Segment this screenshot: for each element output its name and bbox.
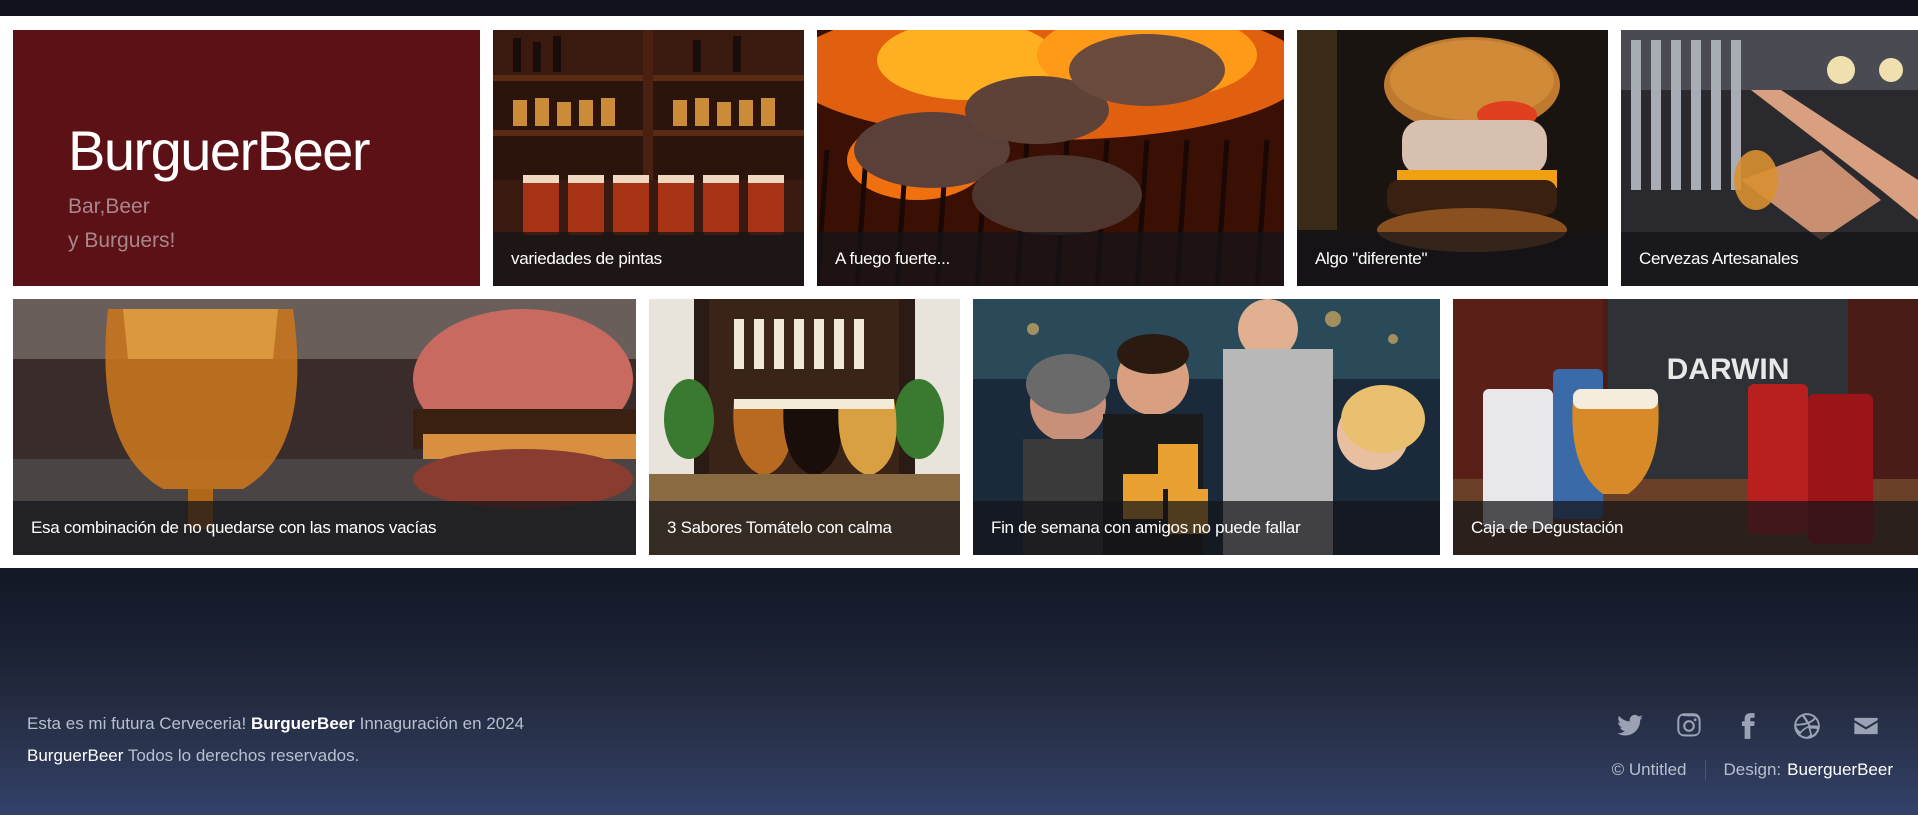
- gallery-tile-burger[interactable]: Algo "diferente": [1297, 30, 1608, 286]
- gallery-tile-taps[interactable]: Cervezas Artesanales: [1621, 30, 1918, 286]
- social-links: [1600, 710, 1895, 742]
- footer-brand: BurguerBeer: [250, 714, 355, 733]
- gallery-tile-friends[interactable]: Fin de semana con amigos no puede fallar: [973, 299, 1440, 555]
- footer-credits: © Untitled Design: BuerguerBeer: [1612, 760, 1893, 780]
- designer-link[interactable]: BuerguerBeer: [1787, 760, 1893, 780]
- instagram-icon[interactable]: [1659, 710, 1718, 742]
- tile-caption: Fin de semana con amigos no puede fallar: [973, 501, 1440, 555]
- twitter-icon[interactable]: [1600, 710, 1659, 742]
- gallery-tile-grill[interactable]: A fuego fuerte...: [817, 30, 1284, 286]
- design-label: Design:: [1723, 760, 1782, 779]
- tile-caption: Cervezas Artesanales: [1621, 232, 1918, 286]
- dribbble-icon[interactable]: [1777, 710, 1836, 742]
- tile-caption: A fuego fuerte...: [817, 232, 1284, 286]
- tile-caption: Algo "diferente": [1297, 232, 1608, 286]
- tile-caption: 3 Sabores Tomátelo con calma: [649, 501, 960, 555]
- footer-info: Esta es mi futura Cerveceria! BurguerBee…: [27, 708, 524, 772]
- facebook-icon[interactable]: [1718, 710, 1777, 742]
- brand-title: BurguerBeer: [68, 119, 371, 182]
- gallery-tile-flight[interactable]: 3 Sabores Tomátelo con calma: [649, 299, 960, 555]
- photo-gallery: BurguerBeer Bar,Beer y Burguers! varieda…: [0, 16, 1918, 568]
- gallery-tile-combo[interactable]: Esa combinación de no quedarse con las m…: [13, 299, 636, 555]
- hero-tile: BurguerBeer Bar,Beer y Burguers!: [13, 30, 480, 286]
- tile-caption: variedades de pintas: [493, 232, 804, 286]
- svg-text:DARWIN: DARWIN: [1667, 353, 1790, 386]
- tile-caption: Esa combinación de no quedarse con las m…: [13, 501, 636, 555]
- footer-brand-2: BurguerBeer: [27, 746, 124, 765]
- gallery-tile-darwin[interactable]: DARWIN Caja de Degustación: [1453, 299, 1918, 555]
- copyright-text: © Untitled: [1611, 760, 1687, 779]
- gallery-tile-pints[interactable]: variedades de pintas: [493, 30, 804, 286]
- envelope-icon[interactable]: [1836, 710, 1895, 742]
- site-footer: Esta es mi futura Cerveceria! BurguerBee…: [0, 568, 1918, 815]
- footer-line-1: Esta es mi futura Cerveceria! BurguerBee…: [27, 714, 525, 733]
- credits-divider: [1704, 760, 1706, 780]
- tile-caption: Caja de Degustación: [1453, 501, 1918, 555]
- footer-line-2: BurguerBeer Todos lo derechos reservados…: [27, 746, 360, 765]
- brand-subtitle: Bar,Beer y Burguers!: [68, 195, 176, 252]
